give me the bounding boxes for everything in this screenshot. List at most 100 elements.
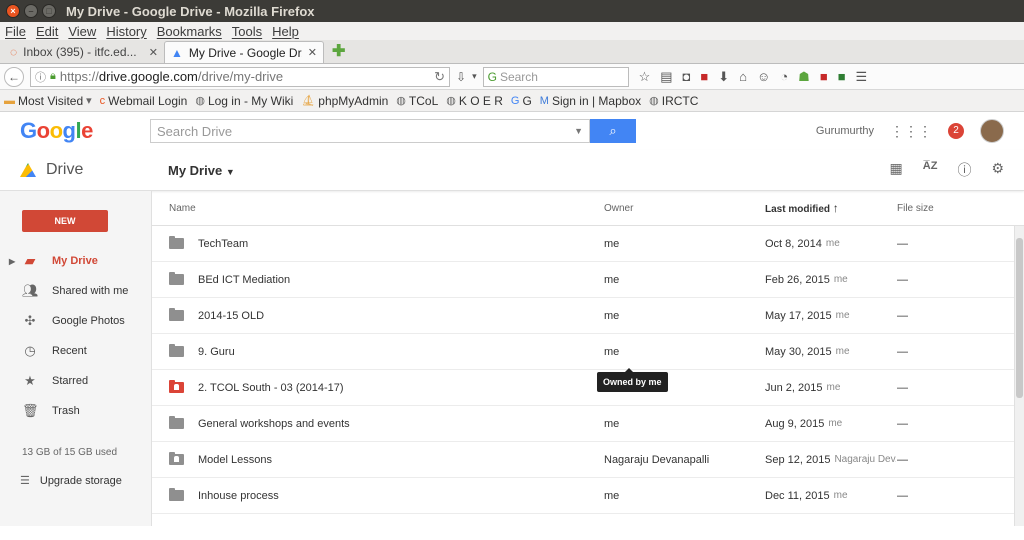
- sidebar-item-label: Shared with me: [52, 285, 129, 297]
- table-row[interactable]: General workshops and events me Aug 9, 201…: [152, 406, 1024, 442]
- table-row[interactable]: TechTeam me Oct 8, 2014 me —: [152, 226, 1024, 262]
- back-button[interactable]: ←: [4, 66, 24, 87]
- flash-green-icon[interactable]: ■: [838, 69, 846, 85]
- menu-bookmarks[interactable]: Bookmarks: [152, 24, 227, 39]
- modified-by: me: [835, 309, 850, 321]
- menu-history[interactable]: History: [101, 24, 151, 39]
- bookmark-google[interactable]: GG: [511, 94, 532, 108]
- grid-view-icon[interactable]: ▦: [890, 160, 903, 180]
- apps-grid-icon[interactable]: ⋮⋮⋮: [890, 123, 932, 140]
- downloads-icon[interactable]: ⬇: [718, 69, 729, 85]
- file-size: —: [897, 273, 908, 286]
- reload-icon[interactable]: ↻: [434, 69, 445, 85]
- sidebar-item-my-drive[interactable]: ▶ ▰ My Drive: [0, 246, 151, 276]
- scrollbar-thumb[interactable]: [1016, 238, 1023, 398]
- menu-view[interactable]: View: [63, 24, 101, 39]
- bookmark-tcol[interactable]: ◍ TCoL: [396, 94, 438, 108]
- bookmark-koer[interactable]: ◍ K O E R: [446, 94, 503, 108]
- bookmark-webmail[interactable]: c Webmail Login: [100, 94, 188, 108]
- table-row[interactable]: Model Lessons Nagaraju Devanapalli Sep 12,…: [152, 442, 1024, 478]
- dropdown-icon[interactable]: ▾: [472, 71, 477, 82]
- tab-my-drive[interactable]: ▲ My Drive - Google Dr... ✕: [164, 41, 324, 63]
- tab-inbox[interactable]: ◌ Inbox (395) - itfc.ed... ✕: [4, 41, 164, 63]
- table-row[interactable]: 2. TCOL South - 03 (2014-17) meJun 2, 201…: [152, 370, 1024, 406]
- pocket-icon[interactable]: ◘: [683, 69, 691, 85]
- file-name: 9. Guru: [198, 345, 235, 358]
- file-name: 2. TCOL South - 03 (2014-17): [198, 381, 344, 394]
- search-button[interactable]: ⌕: [590, 119, 636, 143]
- modified-by: Nagaraju Dev...: [834, 453, 897, 465]
- chat-icon[interactable]: ◔: [780, 69, 788, 85]
- download-icon[interactable]: ⇩: [456, 70, 466, 84]
- reading-list-icon[interactable]: ▤: [660, 69, 672, 85]
- addon-icon[interactable]: ☗: [798, 69, 810, 85]
- column-last-modified[interactable]: Last modified ↑: [765, 201, 897, 215]
- table-row[interactable]: 2014-15 OLD me May 17, 2015 me —: [152, 298, 1024, 334]
- search-placeholder: Search: [499, 69, 538, 84]
- bookmark-wiki[interactable]: ◍ Log in - My Wiki: [195, 94, 293, 108]
- drive-brand[interactable]: Drive: [20, 161, 168, 179]
- table-row[interactable]: Inhouse process me Dec 11, 2015 me —: [152, 478, 1024, 514]
- bookmark-most-visited[interactable]: ▬ Most Visited ▾: [4, 94, 92, 108]
- settings-gear-icon[interactable]: ⚙: [991, 160, 1004, 180]
- menu-edit[interactable]: Edit: [31, 24, 63, 39]
- hamburger-menu-icon[interactable]: ☰: [856, 69, 868, 85]
- close-tab-icon[interactable]: ✕: [149, 46, 158, 59]
- star-icon: ★: [24, 373, 36, 388]
- expand-caret-icon[interactable]: ▶: [9, 257, 15, 266]
- bookmark-mapbox[interactable]: M Sign in | Mapbox: [540, 94, 641, 108]
- file-list: Name Owner Last modified ↑ File size Tec…: [152, 191, 1024, 526]
- sidebar-item-photos[interactable]: ✣ Google Photos: [0, 306, 151, 336]
- search-options-dropdown-icon[interactable]: ▼: [574, 126, 583, 136]
- menu-tools[interactable]: Tools: [227, 24, 267, 39]
- sidebar-item-starred[interactable]: ★ Starred: [0, 366, 151, 396]
- menu-help[interactable]: Help: [267, 24, 304, 39]
- search-box[interactable]: G Search: [482, 66, 629, 87]
- menu-file[interactable]: File: [0, 24, 31, 39]
- window-minimize-button[interactable]: –: [24, 4, 38, 18]
- sort-arrow-up-icon[interactable]: ↑: [833, 201, 839, 215]
- user-name[interactable]: Gurumurthy: [816, 125, 874, 137]
- new-tab-icon[interactable]: ✚: [332, 41, 345, 61]
- file-modified: May 30, 2015 me: [765, 346, 897, 358]
- notifications-badge[interactable]: 2: [948, 123, 964, 139]
- upgrade-storage-link[interactable]: ☰ Upgrade storage: [20, 474, 122, 488]
- sidebar-item-label: Trash: [52, 405, 80, 417]
- sidebar-item-shared[interactable]: 👥︎ Shared with me: [0, 276, 151, 306]
- bookmark-irctc[interactable]: ◍ IRCTC: [649, 94, 698, 108]
- bookmark-label: K O E R: [458, 93, 503, 108]
- column-name[interactable]: Name: [152, 203, 604, 214]
- column-file-size[interactable]: File size: [897, 203, 1024, 214]
- bookmark-phpmyadmin[interactable]: ⛵︎ phpMyAdmin: [301, 94, 388, 108]
- flash-red-icon[interactable]: ■: [820, 69, 828, 85]
- scrollbar[interactable]: [1014, 226, 1024, 526]
- globe-icon: ◍: [396, 95, 406, 107]
- avatar[interactable]: [980, 119, 1004, 143]
- flash-icon[interactable]: ■: [700, 69, 708, 85]
- sidebar-item-recent[interactable]: ◷ Recent: [0, 336, 151, 366]
- file-owner: me: [604, 345, 620, 358]
- sidebar-item-trash[interactable]: 🗑︎ Trash: [0, 396, 151, 426]
- url-text[interactable]: https://drive.google.com/drive/my-drive: [60, 69, 430, 84]
- google-logo[interactable]: Google: [20, 118, 150, 144]
- tab-label: My Drive - Google Dr...: [188, 45, 302, 60]
- window-maximize-button[interactable]: □: [42, 4, 56, 18]
- column-owner[interactable]: Owner: [604, 203, 765, 214]
- table-row[interactable]: 9. Guru me May 30, 2015 me —: [152, 334, 1024, 370]
- close-tab-icon[interactable]: ✕: [308, 46, 317, 59]
- search-drive-input[interactable]: Search Drive ▼: [150, 119, 590, 143]
- new-button[interactable]: NEW: [22, 210, 108, 232]
- home-icon[interactable]: ⌂: [739, 69, 747, 85]
- modified-date: Oct 8, 2014: [765, 237, 822, 250]
- emoji-icon[interactable]: ☺: [757, 69, 770, 85]
- trash-icon: 🗑︎: [22, 403, 39, 418]
- table-row[interactable]: BEd ICT Mediation me Feb 26, 2015 me —: [152, 262, 1024, 298]
- modified-date: Sep 12, 2015: [765, 453, 831, 466]
- info-icon[interactable]: ⓘ: [957, 160, 971, 180]
- info-icon[interactable]: ⓘ: [35, 69, 46, 85]
- window-close-button[interactable]: ×: [6, 4, 20, 18]
- bookmark-star-icon[interactable]: ☆: [639, 69, 651, 85]
- sort-az-icon[interactable]: A̅Z: [923, 160, 938, 180]
- my-drive-dropdown[interactable]: My Drive ▼: [168, 163, 235, 178]
- url-bar[interactable]: ⓘ 🔒︎ https://drive.google.com/drive/my-d…: [30, 66, 450, 87]
